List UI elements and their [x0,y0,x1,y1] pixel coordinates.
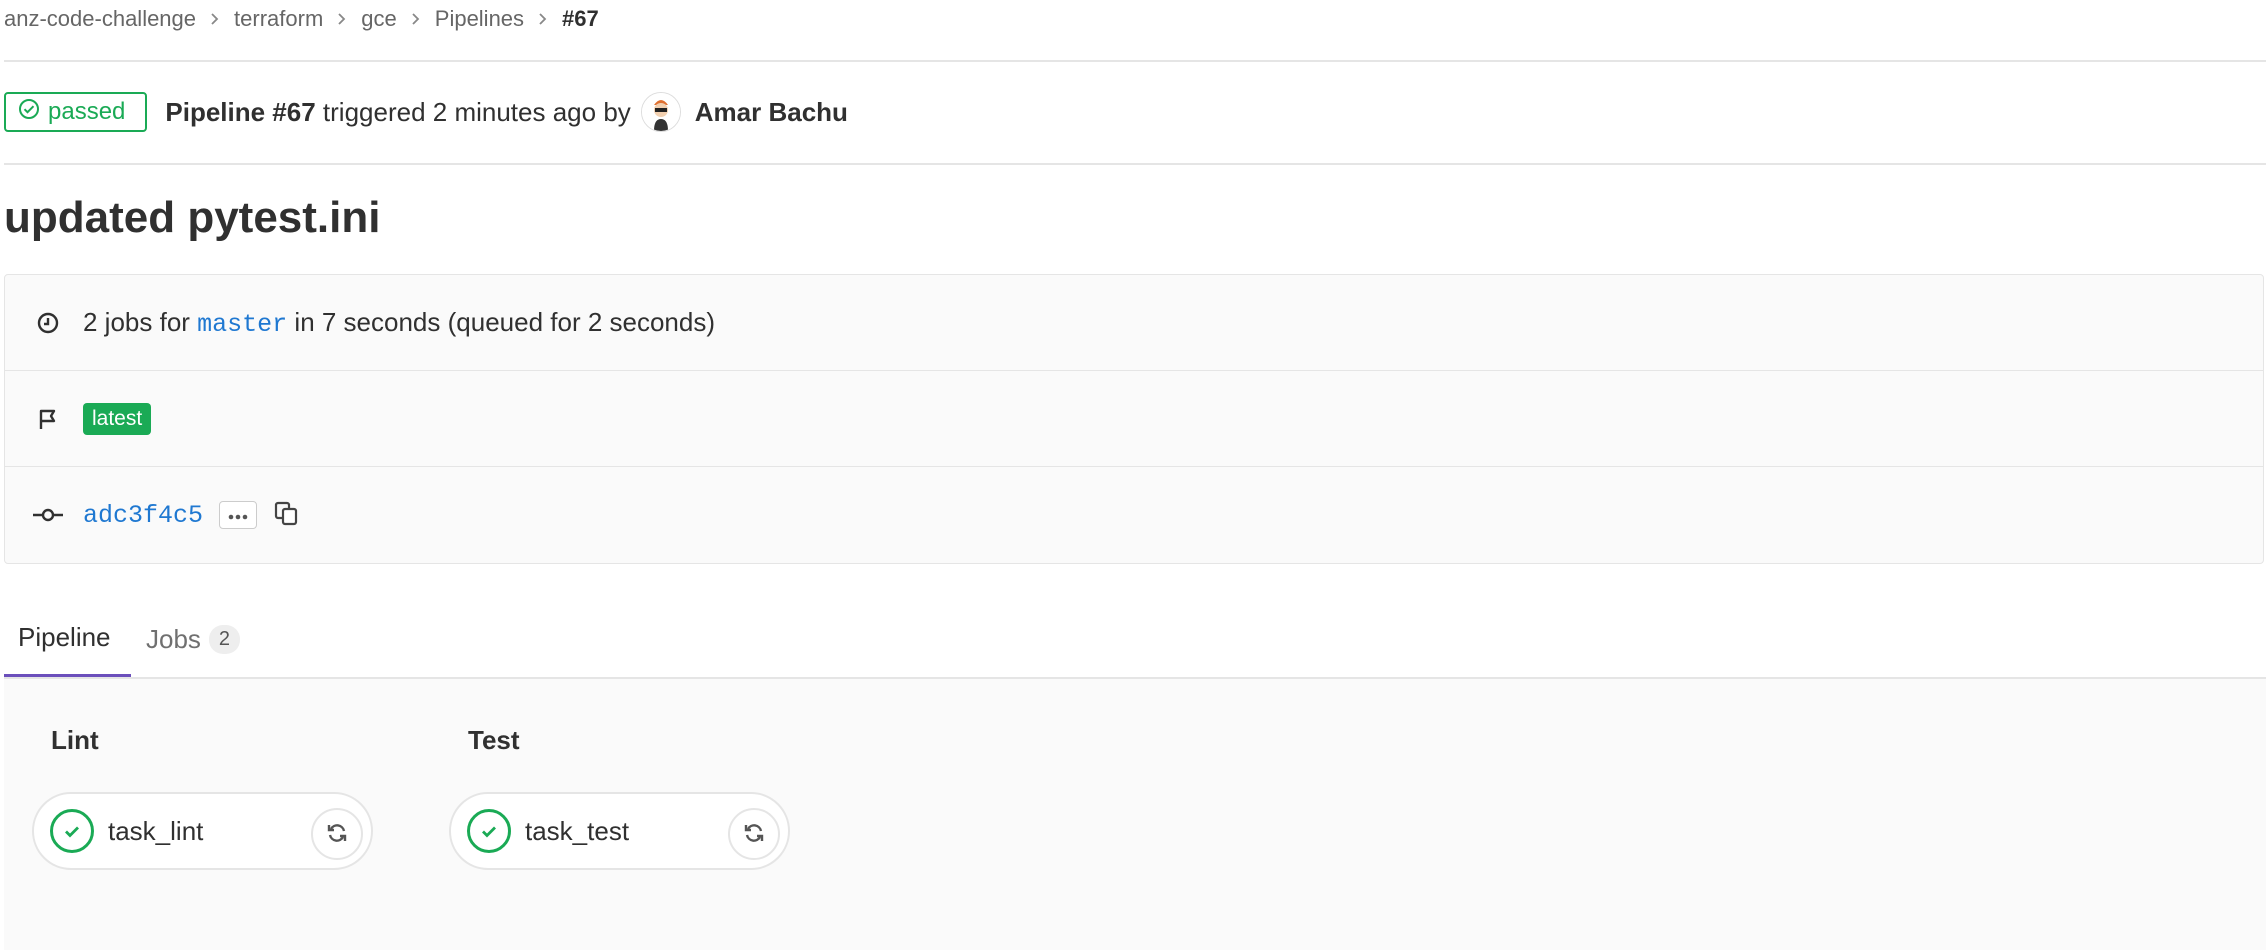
jobs-summary: 2 jobs for master in 7 seconds (queued f… [83,307,715,339]
ellipsis-icon [228,508,248,523]
commit-sha-link[interactable]: adc3f4c5 [83,501,203,530]
clock-icon [33,311,63,335]
stage-title-lint: Lint [51,725,99,755]
pipeline-info-box: 2 jobs for master in 7 seconds (queued f… [4,274,2264,564]
job-task-lint[interactable]: task_lint [32,792,373,870]
breadcrumb-group[interactable]: anz-code-challenge [4,6,196,32]
latest-badge: latest [83,402,152,435]
divider [4,163,2266,165]
breadcrumb-pipelines[interactable]: Pipelines [435,6,524,32]
commit-icon [33,505,63,525]
pipeline-summary: Pipeline #67 triggered 2 minutes ago by [165,97,630,128]
breadcrumb-subgroup[interactable]: terraform [234,6,323,32]
stage-title-test: Test [468,725,520,755]
pipeline-page: anz-code-challenge terraform gce Pipelin… [0,0,2268,950]
job-name: task_lint [108,815,204,846]
check-icon [50,809,94,853]
retry-button[interactable] [728,808,780,860]
chevron-right-icon [538,12,548,26]
chevron-right-icon [411,12,421,26]
author-name[interactable]: Amar Bachu [695,97,848,128]
badges-row: latest [5,371,2263,467]
pipeline-number: Pipeline #67 [165,96,316,127]
chevron-right-icon [210,12,220,26]
retry-icon [324,820,350,849]
triggered-text: triggered 2 minutes ago by [315,96,631,127]
retry-button[interactable] [311,808,363,860]
job-task-test[interactable]: task_test [449,792,790,870]
check-circle-icon [18,98,48,127]
jobs-summary-row: 2 jobs for master in 7 seconds (queued f… [5,275,2263,371]
tab-jobs[interactable]: Jobs 2 [146,600,241,678]
commit-row: adc3f4c5 [5,467,2263,563]
job-name: task_test [525,815,630,846]
pipeline-tabs: Pipeline Jobs 2 [4,600,2266,678]
avatar[interactable] [640,92,681,132]
status-label: passed [48,98,126,125]
commit-title: updated pytest.ini [4,193,381,242]
jobs-summary-prefix: 2 jobs for [83,306,198,337]
jobs-count-badge: 2 [208,624,241,654]
flag-icon [33,407,63,431]
branch-link[interactable]: master [197,310,287,339]
jobs-summary-suffix: in 7 seconds (queued for 2 seconds) [287,306,716,337]
chevron-right-icon [337,12,347,26]
copy-sha-button[interactable] [273,500,299,531]
retry-icon [741,820,767,849]
breadcrumb-current[interactable]: #67 [562,6,599,32]
breadcrumb: anz-code-challenge terraform gce Pipelin… [4,4,599,34]
pipeline-header: passed Pipeline #67 triggered 2 minutes … [4,89,848,135]
tab-jobs-label: Jobs [146,623,201,654]
status-badge[interactable]: passed [4,92,148,132]
copy-icon [273,500,299,531]
check-icon [467,809,511,853]
divider [4,60,2266,62]
breadcrumb-project[interactable]: gce [361,6,396,32]
ellipsis-button[interactable] [219,501,258,529]
pipeline-graph: Lint Test task_lint task_test [4,679,2266,950]
tab-pipeline[interactable]: Pipeline [4,600,131,678]
